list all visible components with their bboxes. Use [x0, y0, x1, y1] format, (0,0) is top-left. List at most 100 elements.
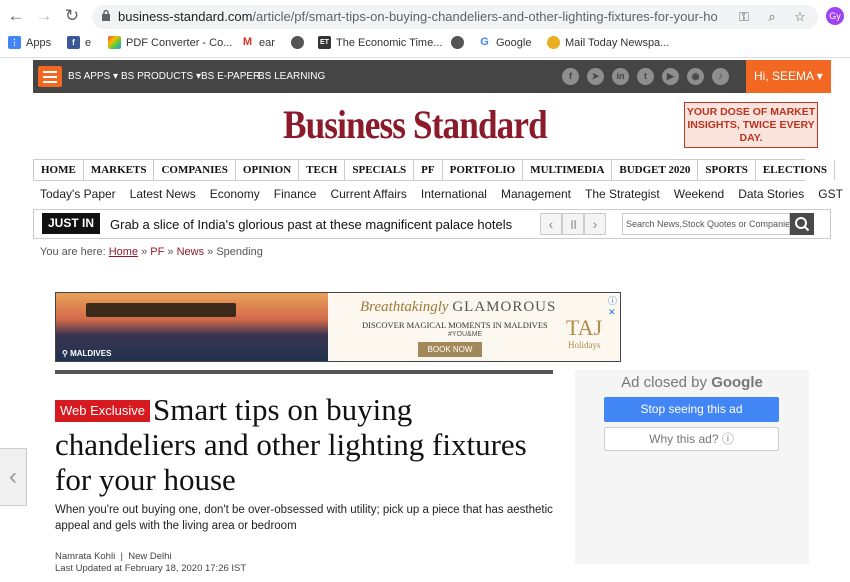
bookmark-google[interactable]: G Google: [478, 36, 531, 49]
breadcrumb: You are here: Home » PF » News » Spendin…: [40, 246, 263, 258]
back-icon[interactable]: ←: [6, 6, 26, 26]
search-button[interactable]: [790, 213, 814, 235]
subnav-finance[interactable]: Finance: [267, 182, 324, 206]
bs-products-link[interactable]: BS PRODUCTS ▾: [121, 71, 201, 82]
article-byline: Namrata Kohli | New Delhi: [55, 551, 172, 562]
bookmark-globe-1[interactable]: [291, 36, 309, 49]
article-summary: When you're out buying one, don't be ove…: [55, 504, 553, 532]
profile-avatar[interactable]: Gy: [826, 7, 844, 25]
just-in-headline[interactable]: Grab a slice of India's glorious past at…: [110, 217, 512, 232]
bookmark-globe-2[interactable]: [451, 36, 469, 49]
browser-toolbar: ← → ↻ business-standard.com/article/pf/s…: [0, 0, 850, 58]
forward-icon[interactable]: →: [34, 6, 54, 26]
apps-grid-icon: ⋮: [8, 36, 21, 49]
rss-icon[interactable]: ◉: [687, 68, 704, 85]
ad-photo-pavilion: [86, 303, 236, 317]
subnav-gst[interactable]: GST: [811, 182, 850, 206]
subnav-data-stories[interactable]: Data Stories: [731, 182, 811, 206]
subnav-management[interactable]: Management: [494, 182, 578, 206]
bs-apps-link[interactable]: BS APPS ▾: [68, 71, 118, 82]
breadcrumb-news[interactable]: News: [177, 246, 205, 258]
ticker-pause-icon[interactable]: ॥: [562, 213, 584, 235]
address-bar[interactable]: business-standard.com/article/pf/smart-t…: [92, 5, 818, 29]
ticker-prev-icon[interactable]: ‹: [540, 213, 562, 235]
bookmark-facebook[interactable]: fe: [67, 36, 91, 49]
bookmark-mail-today[interactable]: Mail Today Newspa...: [547, 36, 669, 49]
linkedin-icon[interactable]: in: [612, 68, 629, 85]
zoom-icon[interactable]: ⌕: [764, 9, 780, 25]
breadcrumb-spending: Spending: [216, 246, 263, 258]
subnav-current-affairs[interactable]: Current Affairs: [323, 182, 413, 206]
key-icon[interactable]: ⚿: [736, 9, 752, 25]
breadcrumb-pf[interactable]: PF: [150, 246, 164, 258]
bookmark-economic-times[interactable]: ET The Economic Time...: [318, 36, 442, 49]
promo-box[interactable]: YOUR DOSE OF MARKET INSIGHTS, TWICE EVER…: [684, 102, 818, 148]
google-icon: G: [478, 36, 491, 49]
bs-epaper-link[interactable]: BS E-PAPER: [201, 71, 260, 82]
subnav-weekend[interactable]: Weekend: [667, 182, 731, 206]
author-name[interactable]: Namrata Kohli: [55, 551, 115, 562]
nav-sports[interactable]: SPORTS: [698, 160, 756, 180]
ad-brand-sub: Holidays: [568, 340, 601, 350]
nav-companies[interactable]: COMPANIES: [154, 160, 236, 180]
notification-icon[interactable]: ♪: [712, 68, 729, 85]
bookmarks-bar: ⋮ Apps fe PDF Converter - Co... Mear ET Th…: [0, 33, 850, 55]
nav-elections[interactable]: ELECTIONS: [756, 160, 836, 180]
breadcrumb-home[interactable]: Home: [109, 246, 138, 258]
subnav-latest-news[interactable]: Latest News: [123, 182, 203, 206]
main-nav: HOME MARKETS COMPANIES OPINION TECH SPEC…: [33, 159, 836, 181]
globe-icon: [291, 36, 304, 49]
nav-tech[interactable]: TECH: [299, 160, 346, 180]
nav-opinion[interactable]: OPINION: [236, 160, 300, 180]
ad-brand: TAJ: [566, 315, 603, 340]
nav-specials[interactable]: SPECIALS: [345, 160, 415, 180]
bookmark-apps[interactable]: ⋮ Apps: [8, 36, 51, 49]
user-greeting[interactable]: Hi, SEEMA ▾: [746, 60, 831, 93]
nav-markets[interactable]: MARKETS: [84, 160, 155, 180]
just-in-label: JUST IN: [42, 213, 100, 234]
previous-article-arrow-icon[interactable]: ‹: [0, 448, 27, 506]
stop-seeing-ad-button[interactable]: Stop seeing this ad: [604, 397, 779, 422]
hamburger-menu-icon[interactable]: [38, 66, 62, 87]
subnav-the-strategist[interactable]: The Strategist: [578, 182, 667, 206]
nav-pf[interactable]: PF: [414, 160, 443, 180]
facebook-icon: f: [67, 36, 80, 49]
site-top-bar: BS APPS ▾ BS PRODUCTS ▾ BS E-PAPER BS LE…: [33, 60, 831, 93]
ticker-next-icon[interactable]: ›: [584, 213, 606, 235]
ad-book-now-button[interactable]: BOOK NOW: [418, 342, 482, 357]
subnav-todays-paper[interactable]: Today's Paper: [33, 182, 123, 206]
search-icon: [795, 217, 810, 232]
ad-closed-title: Ad closed by Google: [621, 374, 763, 391]
nav-home[interactable]: HOME: [34, 160, 84, 180]
sub-nav: Today's Paper Latest News Economy Financ…: [33, 182, 843, 206]
twitter-icon[interactable]: t: [637, 68, 654, 85]
taj-holidays-ad[interactable]: ⚲ MALDIVES Breathtakingly GLAMOROUS DISC…: [55, 292, 621, 362]
search-input[interactable]: Search News,Stock Quotes or Companies: [622, 213, 790, 235]
bs-learning-link[interactable]: BS LEARNING: [258, 71, 325, 82]
nav-multimedia[interactable]: MULTIMEDIA: [523, 160, 613, 180]
telegram-icon[interactable]: ➤: [587, 68, 604, 85]
youtube-icon[interactable]: ▶: [662, 68, 679, 85]
nav-portfolio[interactable]: PORTFOLIO: [443, 160, 524, 180]
ad-hashtag: #YOU&ME: [448, 331, 483, 338]
bookmark-pdf-converter[interactable]: PDF Converter - Co...: [108, 36, 232, 49]
star-icon[interactable]: ☆: [792, 9, 808, 25]
subnav-international[interactable]: International: [414, 182, 494, 206]
nav-budget[interactable]: BUDGET 2020: [612, 160, 699, 180]
subnav-economy[interactable]: Economy: [203, 182, 267, 206]
ad-location: ⚲ MALDIVES: [62, 349, 112, 358]
why-this-ad-button[interactable]: Why this ad? ⓘ: [604, 427, 779, 451]
mail-today-icon: [547, 36, 560, 49]
ad-photo-maldives: ⚲ MALDIVES: [56, 293, 328, 361]
facebook-icon[interactable]: f: [562, 68, 579, 85]
bookmark-gmail[interactable]: Mear: [241, 36, 275, 49]
ad-subline: DISCOVER MAGICAL MOMENTS IN MALDIVES: [362, 320, 548, 330]
reload-icon[interactable]: ↻: [62, 6, 82, 26]
web-exclusive-badge[interactable]: Web Exclusive: [55, 400, 151, 422]
ad-tagline: Breathtakingly GLAMOROUS: [360, 299, 557, 315]
ad-closed-panel: Ad closed by Google Stop seeing this ad …: [575, 370, 809, 564]
et-icon: ET: [318, 36, 331, 49]
site-logo[interactable]: Business Standard: [283, 101, 548, 148]
business-standard-page: BS APPS ▾ BS PRODUCTS ▾ BS E-PAPER BS LE…: [33, 60, 843, 582]
ad-choices-icon[interactable]: ⓘ ✕: [608, 294, 620, 318]
